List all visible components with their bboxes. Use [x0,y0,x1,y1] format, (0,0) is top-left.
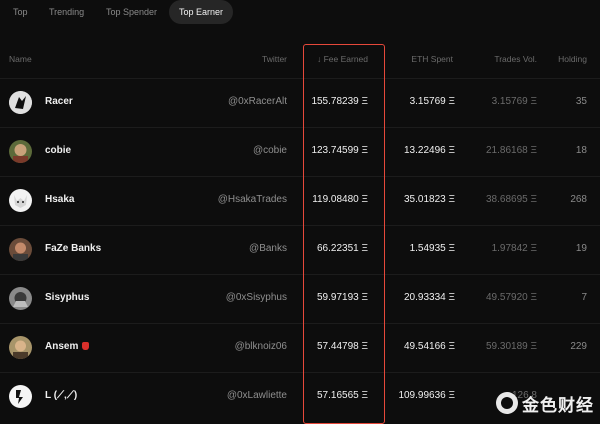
column-header-name[interactable]: Name [9,54,32,64]
table-row[interactable]: Hsaka @HsakaTrades 119.08480 Ξ 35.01823 … [0,176,600,225]
trades-vol-value: 59.30189 Ξ [486,341,537,352]
watermark-text: 金色财经 [522,391,594,416]
trades-vol-value: 1.97842 Ξ [492,243,537,254]
twitter-handle[interactable]: @0xSisyphus [226,292,287,303]
eth-spent-value: 49.54166 Ξ [404,341,455,352]
eth-spent-value: 109.99636 Ξ [398,390,455,401]
column-header-fee-earned[interactable]: ↓ Fee Earned [317,54,368,64]
golden-finance-logo-icon [496,392,518,414]
twitter-handle[interactable]: @Banks [249,243,287,254]
fee-earned-value: 123.74599 Ξ [311,145,368,156]
eth-spent-value: 35.01823 Ξ [404,194,455,205]
holding-value: 7 [581,292,587,303]
arrow-down-icon: ↓ [317,54,324,64]
table-row[interactable]: Sisyphus @0xSisyphus 59.97193 Ξ 20.93334… [0,274,600,323]
tab-trending[interactable]: Trending [49,0,84,24]
table-row[interactable]: cobie @cobie 123.74599 Ξ 13.22496 Ξ 21.8… [0,127,600,176]
user-name[interactable]: FaZe Banks [45,243,101,254]
trades-vol-value: 49.57920 Ξ [486,292,537,303]
user-name[interactable]: Sisyphus [45,292,89,303]
eth-spent-value: 3.15769 Ξ [410,96,455,107]
avatar [9,287,32,310]
holding-value: 268 [570,194,587,205]
twitter-handle[interactable]: @0xRacerAlt [228,96,287,107]
table-row[interactable]: FaZe Banks @Banks 66.22351 Ξ 1.54935 Ξ 1… [0,225,600,274]
avatar [9,336,32,359]
fee-earned-value: 57.44798 Ξ [317,341,368,352]
table-row[interactable]: Ansem @blknoiz06 57.44798 Ξ 49.54166 Ξ 5… [0,323,600,372]
user-name[interactable]: Hsaka [45,194,74,205]
tab-top-earner[interactable]: Top Earner [169,0,233,24]
avatar [9,91,32,114]
fee-earned-value: 119.08480 Ξ [312,194,368,205]
tab-top[interactable]: Top [13,0,28,24]
column-header-trades-vol[interactable]: Trades Vol. [494,54,537,64]
column-header-eth-spent[interactable]: ETH Spent [411,54,453,64]
fee-earned-value: 155.78239 Ξ [311,96,368,107]
trades-vol-value: 21.86168 Ξ [486,145,537,156]
tab-top-spender[interactable]: Top Spender [106,0,157,24]
avatar [9,385,32,408]
avatar [9,189,32,212]
user-name[interactable]: Ansem [45,341,89,352]
eth-spent-value: 13.22496 Ξ [404,145,455,156]
holding-value: 35 [576,96,587,107]
user-name[interactable]: L (⟋,⟋) [45,390,77,401]
trades-vol-value: 38.68695 Ξ [486,194,537,205]
trades-vol-value: 3.15769 Ξ [492,96,537,107]
column-header-holding[interactable]: Holding [558,54,587,64]
holding-value: 19 [576,243,587,254]
red-badge-icon [82,342,89,350]
eth-spent-value: 20.93334 Ξ [404,292,455,303]
eth-spent-value: 1.54935 Ξ [410,243,455,254]
fee-earned-value: 59.97193 Ξ [317,292,368,303]
twitter-handle[interactable]: @cobie [253,145,287,156]
twitter-handle[interactable]: @HsakaTrades [218,194,287,205]
holding-value: 229 [570,341,587,352]
avatar [9,238,32,261]
fee-earned-value: 66.22351 Ξ [317,243,368,254]
twitter-handle[interactable]: @0xLawliette [227,390,287,401]
user-name[interactable]: Racer [45,96,73,107]
fee-earned-value: 57.16565 Ξ [317,390,368,401]
table-row[interactable]: Racer @0xRacerAlt 155.78239 Ξ 3.15769 Ξ … [0,78,600,127]
avatar [9,140,32,163]
tab-bar: Top Trending Top Spender Top Earner [0,0,600,26]
holding-value: 18 [576,145,587,156]
user-name[interactable]: cobie [45,145,71,156]
twitter-handle[interactable]: @blknoiz06 [235,341,287,352]
watermark: 金色财经 [496,390,594,416]
table-header: Name Twitter ↓ Fee Earned ETH Spent Trad… [0,50,600,68]
column-header-twitter[interactable]: Twitter [262,54,287,64]
